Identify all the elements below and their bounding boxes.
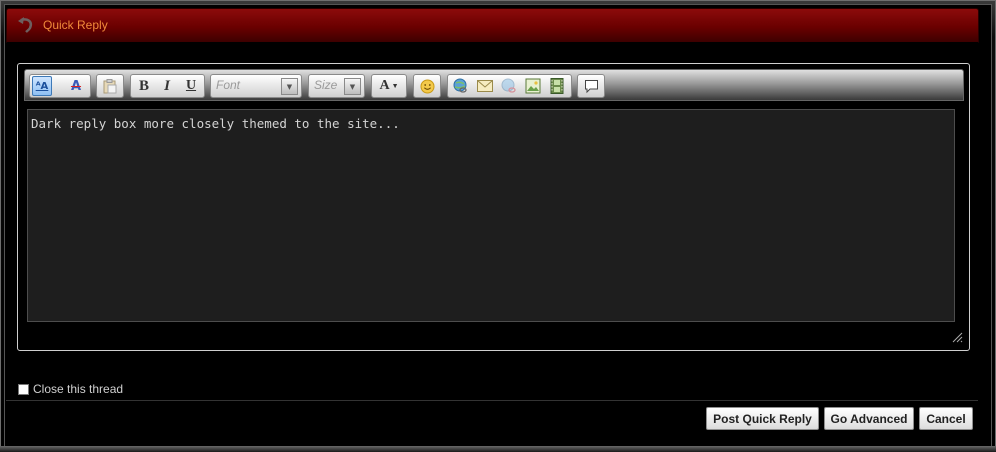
quote-button[interactable] bbox=[581, 76, 601, 96]
font-dropdown-icon[interactable]: ▼ bbox=[281, 78, 298, 95]
underline-button[interactable]: U bbox=[181, 76, 201, 96]
toolbar-group-quote bbox=[577, 74, 605, 98]
toolbar-group-paste bbox=[96, 74, 124, 98]
header-title: Quick Reply bbox=[43, 18, 108, 32]
paste-button[interactable] bbox=[100, 76, 120, 96]
quote-icon bbox=[584, 79, 598, 93]
resize-grip-icon[interactable] bbox=[951, 331, 963, 343]
font-select[interactable]: Font ▼ bbox=[210, 74, 302, 98]
email-icon bbox=[477, 80, 493, 92]
insert-email-button[interactable] bbox=[475, 76, 495, 96]
image-icon bbox=[525, 78, 541, 94]
text-color-icon: A ▼ bbox=[379, 78, 399, 93]
unlink-icon bbox=[501, 78, 516, 93]
toolbar-group-smilies bbox=[413, 74, 441, 98]
editor-toolbar: ᴬA A B I U Font ▼ Size ▼ A ▼ bbox=[24, 69, 964, 101]
paste-icon bbox=[103, 78, 117, 93]
switch-editor-mode-icon: ᴬA bbox=[35, 80, 49, 92]
close-thread-option[interactable]: Close this thread bbox=[18, 381, 123, 397]
size-dropdown-icon[interactable]: ▼ bbox=[344, 78, 361, 95]
video-icon bbox=[550, 78, 564, 94]
toolbar-group-mode: ᴬA A bbox=[29, 74, 91, 98]
size-select-value: Size bbox=[314, 78, 338, 92]
font-select-value: Font bbox=[216, 78, 241, 92]
smiley-button[interactable] bbox=[417, 76, 437, 96]
insert-image-button[interactable] bbox=[523, 76, 543, 96]
window-bottom-edge bbox=[0, 446, 996, 452]
remove-format-icon: A bbox=[70, 78, 82, 94]
editor-container: ᴬA A B I U Font ▼ Size ▼ A ▼ Dark reply … bbox=[17, 63, 970, 351]
bold-button[interactable]: B bbox=[134, 76, 154, 96]
close-thread-label: Close this thread bbox=[33, 382, 124, 396]
close-thread-checkbox[interactable] bbox=[18, 383, 29, 395]
footer-divider bbox=[6, 400, 978, 401]
cancel-button[interactable]: Cancel bbox=[919, 407, 973, 430]
go-advanced-button[interactable]: Go Advanced bbox=[824, 407, 914, 430]
quick-reply-header[interactable]: Quick Reply bbox=[6, 8, 979, 43]
toolbar-group-style: B I U bbox=[130, 74, 205, 98]
back-arrow-icon bbox=[18, 17, 32, 33]
remove-format-button[interactable]: A bbox=[66, 76, 86, 96]
smiley-icon bbox=[420, 79, 434, 93]
insert-link-button[interactable] bbox=[451, 76, 471, 96]
post-quick-reply-button[interactable]: Post Quick Reply bbox=[706, 407, 819, 430]
italic-button[interactable]: I bbox=[157, 76, 177, 96]
toolbar-group-insert bbox=[447, 74, 572, 98]
insert-video-button[interactable] bbox=[547, 76, 567, 96]
message-textarea[interactable] bbox=[27, 109, 955, 322]
unlink-button[interactable] bbox=[499, 76, 519, 96]
switch-editor-mode-button[interactable]: ᴬA bbox=[32, 76, 52, 96]
text-color-button[interactable]: A ▼ bbox=[371, 74, 407, 98]
size-select[interactable]: Size ▼ bbox=[308, 74, 365, 98]
link-icon bbox=[453, 78, 467, 93]
